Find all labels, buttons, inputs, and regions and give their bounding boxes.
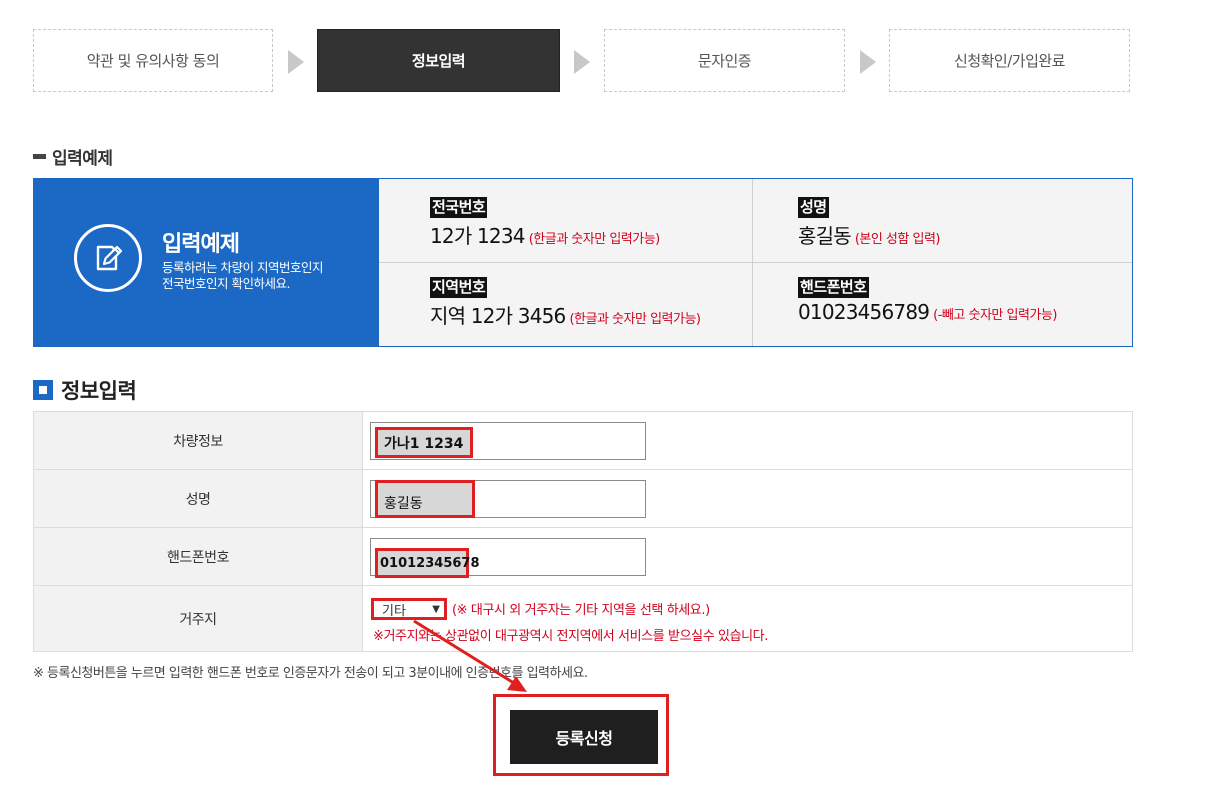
info-heading-text: 정보입력 (61, 379, 137, 403)
example-label: 성명 (798, 197, 829, 218)
example-title: 입력예제 (162, 232, 240, 257)
form-field-cell: 01012345678 (362, 527, 1133, 586)
example-label: 전국번호 (430, 197, 488, 218)
form-row-phone: 핸드폰번호 01012345678 (33, 527, 1133, 586)
step-complete: 신청확인/가입완료 (889, 29, 1130, 92)
form-label: 성명 (33, 469, 363, 528)
heading-bar-icon (33, 153, 46, 159)
example-regional-number: 지역번호 지역 12가 3456 (한글과 숫자만 입력가능) (430, 277, 701, 329)
example-name: 성명 홍길동 (본인 성함 입력) (798, 197, 940, 249)
example-note: (본인 성함 입력) (854, 232, 941, 247)
phone-value[interactable]: 01012345678 (375, 548, 480, 578)
step-arrow-icon (288, 50, 304, 74)
form-label: 거주지 (33, 585, 363, 652)
example-phone: 핸드폰번호 01023456789 (-빼고 숫자만 입력가능) (798, 277, 1057, 324)
step-label: 약관 및 유의사항 동의 (86, 52, 220, 70)
chevron-down-icon: ▼ (432, 604, 440, 615)
register-submit-button[interactable]: 등록신청 (510, 710, 658, 764)
example-intro: 입력예제 등록하려는 차량이 지역번호인지 전국번호인지 확인하세요. (34, 179, 379, 346)
example-description: 등록하려는 차량이 지역번호인지 전국번호인지 확인하세요. (162, 260, 323, 292)
footnote: ※ 등록신청버튼을 누르면 입력한 핸드폰 번호로 인증문자가 전송이 되고 3… (33, 666, 588, 681)
step-label: 신청확인/가입완료 (954, 52, 1065, 70)
example-label: 핸드폰번호 (798, 277, 869, 298)
residence-note: (※ 대구시 외 거주자는 기타 지역을 선택 하세요.) (452, 603, 710, 618)
example-value: 01023456789 (798, 300, 930, 324)
step-label: 문자인증 (697, 52, 752, 70)
form-row-name: 성명 홍길동 (33, 469, 1133, 528)
example-heading: 입력예제 (33, 145, 113, 169)
step-info-input: 정보입력 (317, 29, 560, 92)
vehicle-number-value[interactable]: 가나1 1234 (375, 427, 473, 458)
example-desc-line: 전국번호인지 확인하세요. (162, 276, 290, 291)
residence-select[interactable]: 기타 ▼ (371, 598, 447, 620)
submit-highlight: 등록신청 (493, 694, 669, 776)
step-sms-auth: 문자인증 (604, 29, 845, 92)
form-label: 핸드폰번호 (33, 527, 363, 586)
heading-square-icon (33, 380, 53, 400)
info-heading: 정보입력 (33, 377, 137, 403)
edit-document-icon (74, 224, 142, 292)
form-field-cell: 가나1 1234 (362, 411, 1133, 470)
example-heading-text: 입력예제 (52, 148, 113, 169)
example-value: 지역 12가 3456 (430, 304, 566, 328)
divider (379, 262, 1132, 263)
example-value: 홍길동 (798, 224, 852, 248)
example-note: (한글과 숫자만 입력가능) (569, 312, 701, 327)
info-form: 차량정보 가나1 1234 성명 홍길동 핸드폰번호 01012345678 거… (33, 411, 1133, 652)
example-desc-line: 등록하려는 차량이 지역번호인지 (162, 260, 323, 275)
form-row-residence: 거주지 기타 ▼ (※ 대구시 외 거주자는 기타 지역을 선택 하세요.) ※… (33, 585, 1133, 652)
residence-select-value: 기타 (382, 603, 406, 619)
input-example-panel: 입력예제 등록하려는 차량이 지역번호인지 전국번호인지 확인하세요. 전국번호… (33, 178, 1133, 347)
residence-service-note: ※거주지와는 상관없이 대구광역시 전지역에서 서비스를 받으실수 있습니다. (373, 629, 768, 644)
step-arrow-icon (860, 50, 876, 74)
example-note: (한글과 숫자만 입력가능) (528, 232, 661, 247)
form-row-vehicle: 차량정보 가나1 1234 (33, 411, 1133, 470)
example-value: 12가 1234 (430, 224, 526, 248)
form-label: 차량정보 (33, 411, 363, 470)
example-national-number: 전국번호 12가 1234 (한글과 숫자만 입력가능) (430, 197, 660, 249)
step-label: 정보입력 (411, 52, 466, 70)
form-field-cell: 기타 ▼ (※ 대구시 외 거주자는 기타 지역을 선택 하세요.) ※거주지와… (362, 585, 1133, 652)
form-field-cell: 홍길동 (362, 469, 1133, 528)
name-value[interactable]: 홍길동 (375, 480, 475, 518)
step-agreement: 약관 및 유의사항 동의 (33, 29, 273, 92)
example-note: (-빼고 숫자만 입력가능) (933, 308, 1057, 323)
example-label: 지역번호 (430, 277, 488, 298)
step-arrow-icon (574, 50, 590, 74)
